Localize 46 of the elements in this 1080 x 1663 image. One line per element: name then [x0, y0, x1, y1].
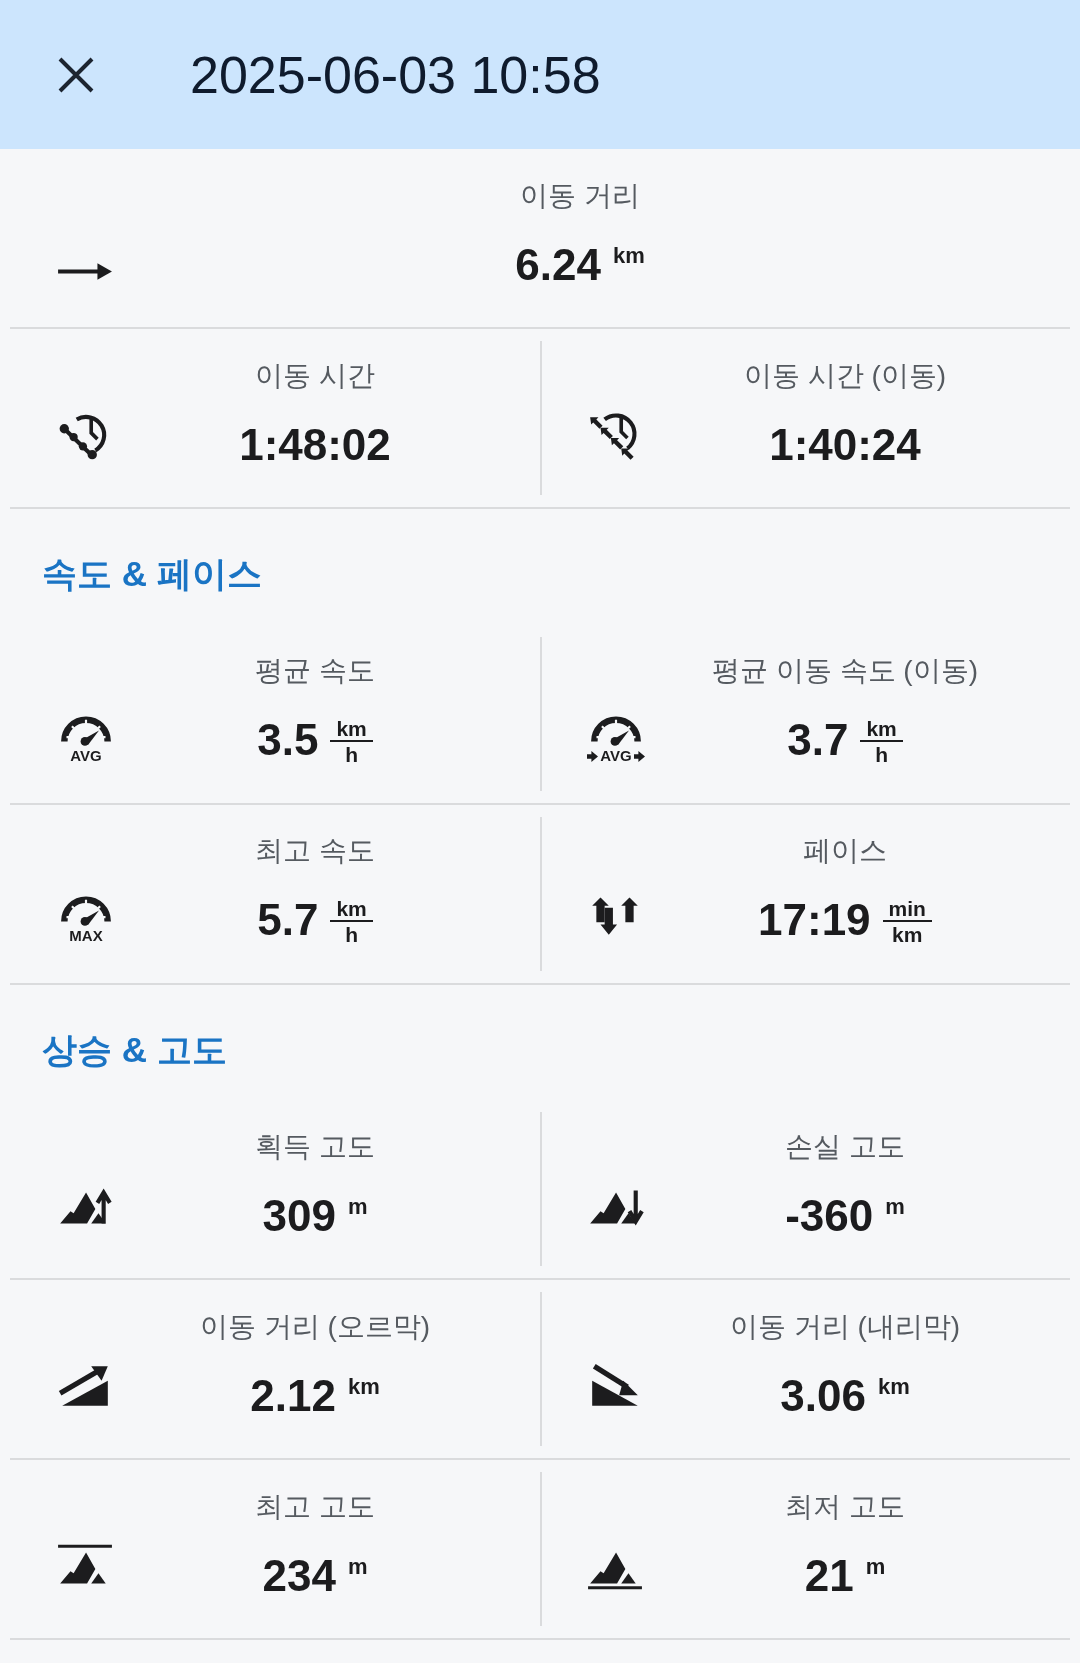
stat-label: 이동 시간 (이동) — [743, 358, 947, 393]
unit-label: km — [347, 1373, 380, 1400]
window-title: 2025-06-03 10:58 — [190, 44, 601, 105]
stat-value: 2.12 — [250, 1371, 336, 1420]
stat-value: 234 — [262, 1551, 336, 1600]
arrow-icon — [56, 262, 114, 281]
unit-fraction: min km — [882, 897, 932, 945]
unit-fraction: km h — [330, 897, 373, 945]
unit-label: m — [885, 1193, 905, 1220]
stat-label: 이동 시간 — [255, 358, 375, 393]
stat-value: 1:40:24 — [769, 420, 921, 469]
unit-fraction: km h — [330, 717, 373, 765]
section-heading: 상승 & 고도 — [41, 1028, 228, 1071]
stat-label: 이동 거리 — [520, 178, 640, 213]
arrow-icon — [587, 750, 599, 762]
unit-label: km — [877, 1373, 910, 1400]
arrow-icon — [633, 750, 645, 762]
stat-label: 최저 고도 — [785, 1489, 905, 1524]
stat-value: 17:19 — [758, 895, 871, 944]
stat-value: 3.5 — [257, 715, 319, 764]
icon-caption: AVG — [70, 748, 102, 765]
stat-label: 손실 고도 — [785, 1129, 905, 1164]
unit-label: m — [347, 1553, 368, 1580]
unit-label: km — [612, 242, 645, 269]
stat-value: 1:48:02 — [239, 420, 391, 469]
stat-label: 최고 속도 — [255, 833, 375, 868]
stat-value: -360 — [785, 1191, 874, 1240]
stat-label: 평균 이동 속도 (이동) — [712, 653, 978, 688]
unit-label: m — [865, 1553, 886, 1580]
stat-value: 21 — [804, 1551, 854, 1600]
stat-value: 5.7 — [257, 895, 319, 944]
stat-value: 309 — [262, 1191, 336, 1240]
unit-fraction: km h — [860, 717, 903, 765]
stat-label: 이동 거리 (오르막) — [199, 1309, 431, 1344]
stat-label: 이동 거리 (내리막) — [729, 1309, 961, 1344]
unit-label: m — [347, 1193, 368, 1220]
section-heading: 속도 & 페이스 — [41, 553, 263, 595]
stat-label: 최고 고도 — [255, 1489, 375, 1524]
stat-value: 3.7 — [787, 715, 849, 764]
icon-caption: MAX — [69, 928, 103, 945]
stat-label: 페이스 — [803, 833, 887, 868]
icon-caption: AVG — [600, 748, 632, 765]
stat-value: 3.06 — [780, 1371, 866, 1420]
stat-value: 6.24 — [515, 240, 601, 289]
stat-label: 평균 속도 — [255, 653, 375, 688]
stat-label: 획득 고도 — [255, 1129, 375, 1164]
